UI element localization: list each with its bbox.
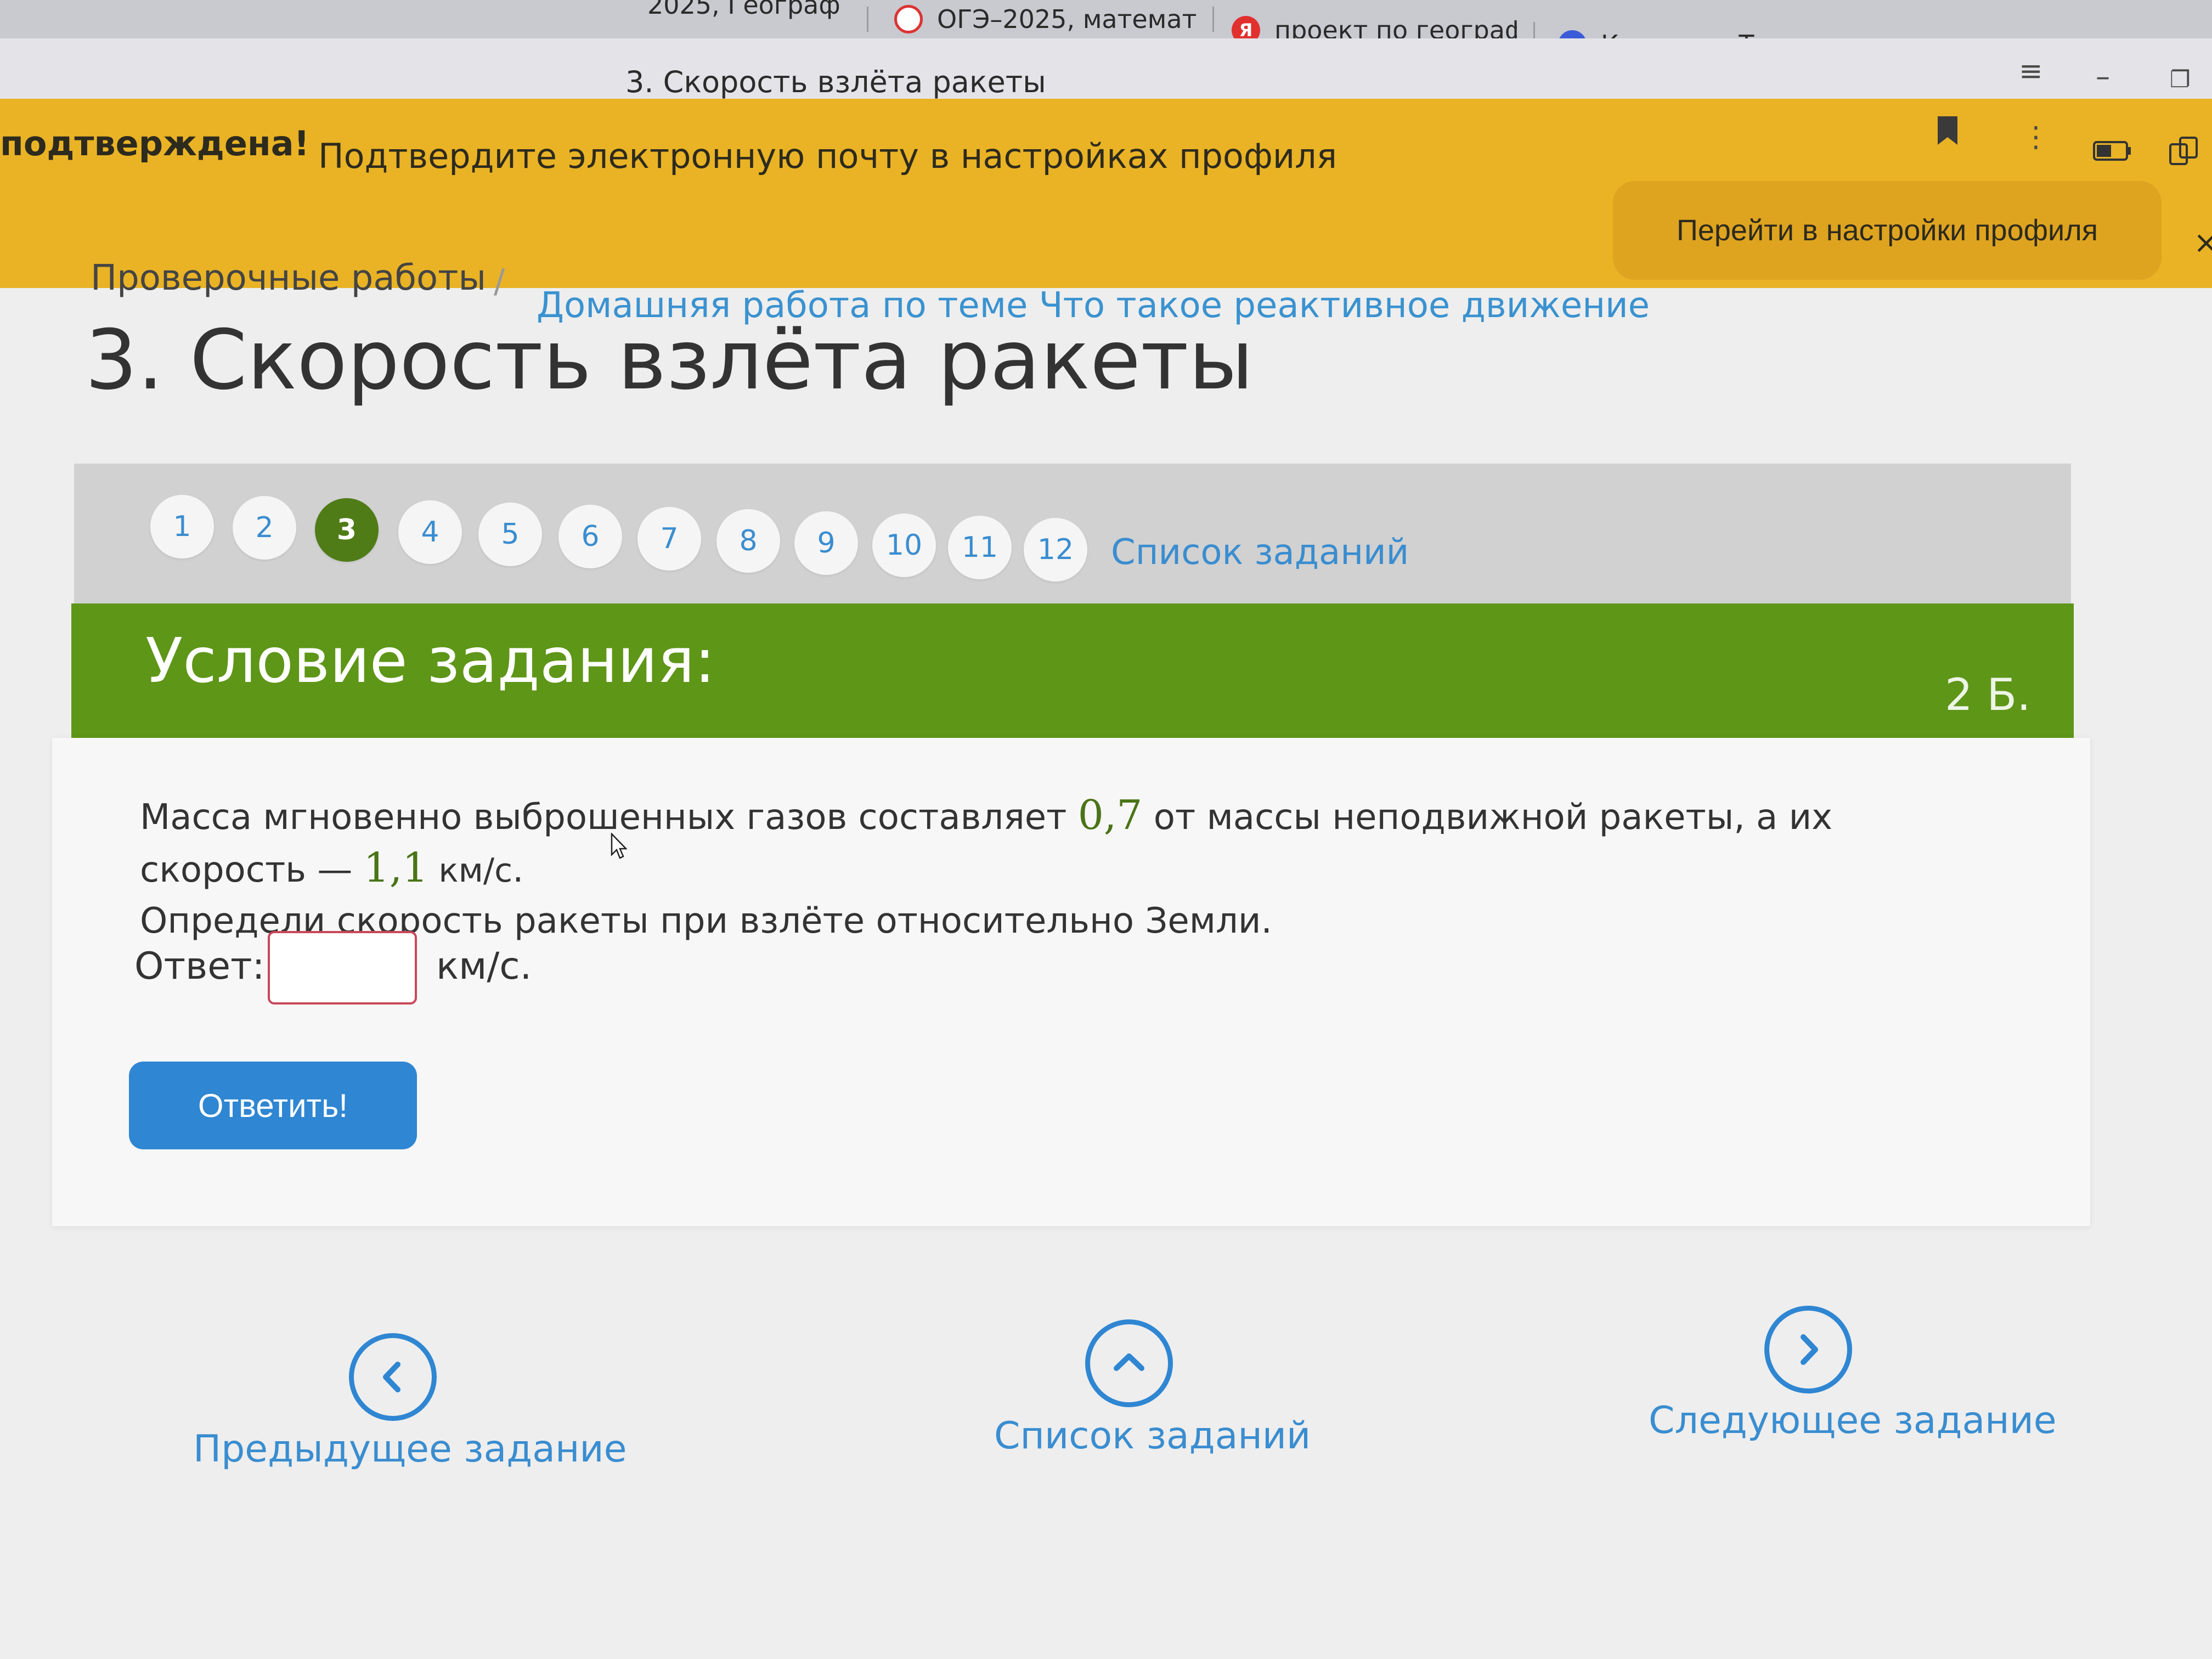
browser-tab-strip: 2025, Географ ОГЭ–2025, математ Я проект… (0, 0, 2212, 59)
task-condition-title: Условие задания: (145, 625, 715, 697)
problem-value: 0,7 (1077, 792, 1143, 839)
task-number-button[interactable]: 10 (872, 514, 936, 577)
answer-label: Ответ: (134, 945, 265, 988)
task-number-button[interactable]: 2 (233, 496, 296, 560)
page-title: 3. Скорость взлёта ракеты (85, 313, 1254, 408)
answer-input[interactable] (268, 931, 417, 1005)
task-number-button[interactable]: 7 (637, 507, 701, 571)
task-list-up-icon[interactable] (1085, 1319, 1173, 1407)
next-task-link[interactable]: Следующее задание (1649, 1399, 2057, 1442)
browser-tab[interactable]: 2025, Географ (647, 0, 845, 24)
problem-unit: км/с (428, 851, 513, 890)
next-task-icon[interactable] (1764, 1306, 1852, 1393)
target-favicon-icon (894, 5, 923, 33)
submit-answer-button[interactable]: Ответить! (129, 1062, 417, 1149)
task-list-bottom-link[interactable]: Список заданий (994, 1414, 1311, 1458)
extensions-icon[interactable] (2167, 134, 2200, 174)
close-banner-icon[interactable]: × (2193, 225, 2212, 261)
previous-task-icon[interactable] (349, 1333, 437, 1421)
menu-icon[interactable]: ≡ (2019, 55, 2043, 88)
tab-label: 2025, Географ (647, 0, 840, 20)
bookmark-icon[interactable] (1937, 115, 1959, 153)
task-number-button[interactable]: 6 (558, 505, 622, 568)
task-points: 2 Б. (1945, 669, 2031, 720)
mouse-cursor-icon (611, 833, 627, 859)
problem-text-part: Масса мгновенно выброшенных газов состав… (140, 797, 1078, 838)
tab-label: ОГЭ–2025, математ (937, 4, 1197, 34)
tab-separator (1212, 7, 1214, 32)
profile-settings-button[interactable]: Перейти в настройки профиля (1613, 181, 2162, 280)
browser-title-bar (0, 38, 2212, 99)
task-number-button[interactable]: 12 (1024, 518, 1087, 582)
breadcrumb-separator: / (494, 262, 505, 301)
browser-tab[interactable]: ОГЭ–2025, математ (894, 0, 1201, 38)
task-list-link[interactable]: Список заданий (1111, 532, 1409, 573)
previous-task-link[interactable]: Предыдущее задание (193, 1427, 627, 1471)
banner-message: Подтвердите электронную почту в настройк… (318, 136, 1338, 176)
task-number-button[interactable]: 4 (398, 500, 462, 564)
problem-text: Масса мгновенно выброшенных газов состав… (140, 790, 2005, 946)
problem-text-part: . (512, 850, 524, 890)
task-number-button[interactable]: 1 (150, 495, 214, 558)
tab-separator (867, 7, 868, 32)
window-title: 3. Скорость взлёта ракеты (625, 65, 1046, 99)
battery-icon (2093, 136, 2131, 169)
task-number-button-active[interactable]: 3 (315, 498, 379, 562)
banner-strong-text: подтверждена! (0, 123, 309, 163)
restore-window-icon[interactable]: ❐ (2170, 66, 2191, 93)
task-number-button[interactable]: 8 (716, 509, 780, 573)
minimize-icon[interactable]: – (2096, 60, 2110, 93)
task-number-button[interactable]: 11 (948, 516, 1012, 579)
breadcrumb-root[interactable]: Проверочные работы (91, 258, 486, 298)
more-options-icon[interactable]: ⋮ (2022, 121, 2050, 154)
answer-unit: км/с. (436, 945, 532, 988)
task-number-button[interactable]: 9 (794, 511, 858, 575)
task-number-button[interactable]: 5 (478, 503, 542, 566)
problem-value: 1,1 (363, 844, 428, 891)
